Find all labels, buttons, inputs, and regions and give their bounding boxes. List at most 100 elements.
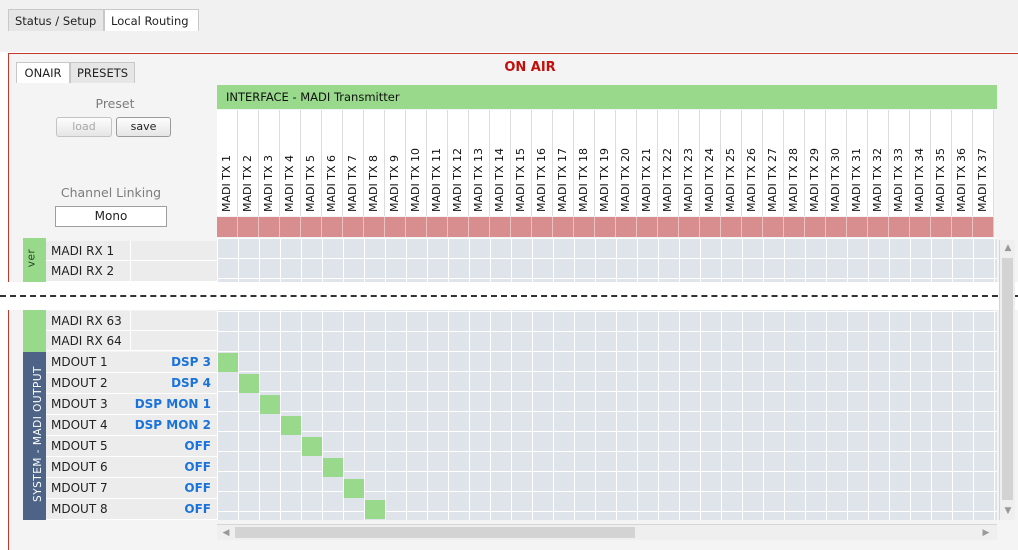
column-header: MADI TX 19 bbox=[595, 110, 616, 216]
row-assignment-link[interactable]: DSP MON 1 bbox=[135, 394, 211, 415]
scroll-up-icon[interactable]: ▲ bbox=[1001, 241, 1015, 255]
column-select-cell[interactable] bbox=[448, 217, 469, 237]
active-route-cell[interactable] bbox=[302, 437, 322, 456]
horizontal-scrollbar[interactable]: ◀ ▶ bbox=[217, 524, 997, 540]
row-name: MDOUT 1 bbox=[51, 355, 108, 369]
column-header: MADI TX 6 bbox=[322, 110, 343, 216]
save-button[interactable]: save bbox=[116, 117, 171, 137]
column-header: MADI TX 28 bbox=[784, 110, 805, 216]
column-select-cell[interactable] bbox=[616, 217, 637, 237]
column-header: MADI TX 14 bbox=[490, 110, 511, 216]
active-route-cell[interactable] bbox=[365, 500, 385, 519]
row-name: MDOUT 6 bbox=[51, 460, 108, 474]
subtab-presets[interactable]: PRESETS bbox=[70, 62, 135, 83]
column-select-cell[interactable] bbox=[301, 217, 322, 237]
routing-grid-top[interactable] bbox=[217, 238, 997, 282]
column-header-label: MADI TX 35 bbox=[934, 148, 947, 212]
column-header: MADI TX 18 bbox=[574, 110, 595, 216]
channel-linking-select[interactable]: Mono bbox=[55, 206, 167, 227]
column-header-label: MADI TX 23 bbox=[682, 148, 695, 212]
row-assignment-link[interactable]: OFF bbox=[184, 499, 211, 520]
column-header: MADI TX 7 bbox=[343, 110, 364, 216]
column-select-cell[interactable] bbox=[742, 217, 763, 237]
column-select-cell[interactable] bbox=[868, 217, 889, 237]
row-assignment-link[interactable]: OFF bbox=[184, 457, 211, 478]
column-header-label: MADI TX 20 bbox=[619, 148, 632, 212]
column-header-label: MADI TX 33 bbox=[892, 148, 905, 212]
column-select-cell[interactable] bbox=[427, 217, 448, 237]
column-select-cell[interactable] bbox=[763, 217, 784, 237]
column-select-cell[interactable] bbox=[889, 217, 910, 237]
column-header: MADI TX 35 bbox=[931, 110, 952, 216]
column-select-cell[interactable] bbox=[952, 217, 973, 237]
interface-header: INTERFACE - MADI Transmitter bbox=[217, 85, 997, 109]
active-route-cell[interactable] bbox=[239, 374, 259, 393]
scroll-right-icon[interactable]: ▶ bbox=[979, 526, 993, 540]
column-select-cell[interactable] bbox=[406, 217, 427, 237]
column-select-cell[interactable] bbox=[364, 217, 385, 237]
column-header: MADI TX 34 bbox=[910, 110, 931, 216]
row-assignment-link[interactable]: DSP 4 bbox=[171, 373, 211, 394]
column-select-cell[interactable] bbox=[574, 217, 595, 237]
column-select-cell[interactable] bbox=[700, 217, 721, 237]
column-select-cell[interactable] bbox=[469, 217, 490, 237]
row-assignment-link[interactable]: DSP 3 bbox=[171, 352, 211, 373]
scroll-down-icon[interactable]: ▼ bbox=[1001, 504, 1015, 518]
column-select-cell[interactable] bbox=[805, 217, 826, 237]
tab-local-routing[interactable]: Local Routing bbox=[104, 9, 199, 31]
routing-grid-bottom[interactable] bbox=[217, 310, 997, 520]
row-assignment-link[interactable]: OFF bbox=[184, 478, 211, 499]
row-label: MDOUT 4 DSP MON 2 bbox=[46, 415, 217, 436]
column-header-label: MADI TX 25 bbox=[724, 148, 737, 212]
column-select-cell[interactable] bbox=[784, 217, 805, 237]
column-select-cell[interactable] bbox=[238, 217, 259, 237]
row-label: MDOUT 6 OFF bbox=[46, 457, 217, 478]
active-route-cell[interactable] bbox=[281, 416, 301, 435]
column-select-cell[interactable] bbox=[847, 217, 868, 237]
column-select-cell[interactable] bbox=[385, 217, 406, 237]
column-select-cell[interactable] bbox=[511, 217, 532, 237]
column-select-cell[interactable] bbox=[637, 217, 658, 237]
active-route-cell[interactable] bbox=[260, 395, 280, 414]
column-header-label: MADI TX 36 bbox=[955, 148, 968, 212]
column-header-label: MADI TX 34 bbox=[913, 148, 926, 212]
column-header-label: MADI TX 27 bbox=[766, 148, 779, 212]
column-header-label: MADI TX 11 bbox=[430, 148, 443, 212]
group-output-bar: SYSTEM - MADI OUTPUT bbox=[23, 352, 46, 520]
scroll-left-icon[interactable]: ◀ bbox=[219, 526, 233, 540]
column-select-cell[interactable] bbox=[595, 217, 616, 237]
row-assignment-link[interactable]: DSP MON 2 bbox=[135, 415, 211, 436]
column-select-cell[interactable] bbox=[826, 217, 847, 237]
vertical-scroll-thumb[interactable] bbox=[1002, 258, 1013, 500]
active-route-cell[interactable] bbox=[323, 458, 343, 477]
row-label: MDOUT 2 DSP 4 bbox=[46, 373, 217, 394]
column-select-cell[interactable] bbox=[490, 217, 511, 237]
column-header-label: MADI TX 9 bbox=[388, 155, 401, 212]
column-select-cell[interactable] bbox=[532, 217, 553, 237]
column-select-cell[interactable] bbox=[658, 217, 679, 237]
subtab-onair[interactable]: ONAIR bbox=[16, 62, 70, 83]
column-header-label: MADI TX 26 bbox=[745, 148, 758, 212]
column-select-cell[interactable] bbox=[322, 217, 343, 237]
channel-linking-label: Channel Linking bbox=[60, 185, 162, 200]
active-route-cell[interactable] bbox=[344, 479, 364, 498]
load-button[interactable]: load bbox=[56, 117, 112, 137]
tab-status-setup[interactable]: Status / Setup bbox=[8, 9, 104, 31]
row-name: MDOUT 7 bbox=[51, 481, 108, 495]
row-name: MDOUT 8 bbox=[51, 502, 108, 516]
column-select-cell[interactable] bbox=[721, 217, 742, 237]
column-select-cell[interactable] bbox=[553, 217, 574, 237]
column-select-cell[interactable] bbox=[910, 217, 931, 237]
column-select-cell[interactable] bbox=[973, 217, 994, 237]
row-assignment-link[interactable]: OFF bbox=[184, 436, 211, 457]
column-select-cell[interactable] bbox=[259, 217, 280, 237]
column-select-cell[interactable] bbox=[280, 217, 301, 237]
column-select-cell[interactable] bbox=[679, 217, 700, 237]
active-route-cell[interactable] bbox=[218, 353, 238, 372]
horizontal-scroll-thumb[interactable] bbox=[235, 527, 635, 538]
column-select-cell[interactable] bbox=[217, 217, 238, 237]
column-header: MADI TX 20 bbox=[616, 110, 637, 216]
column-select-cell[interactable] bbox=[343, 217, 364, 237]
column-select-cell[interactable] bbox=[931, 217, 952, 237]
vertical-scrollbar[interactable]: ▲ ▼ bbox=[999, 240, 1015, 520]
